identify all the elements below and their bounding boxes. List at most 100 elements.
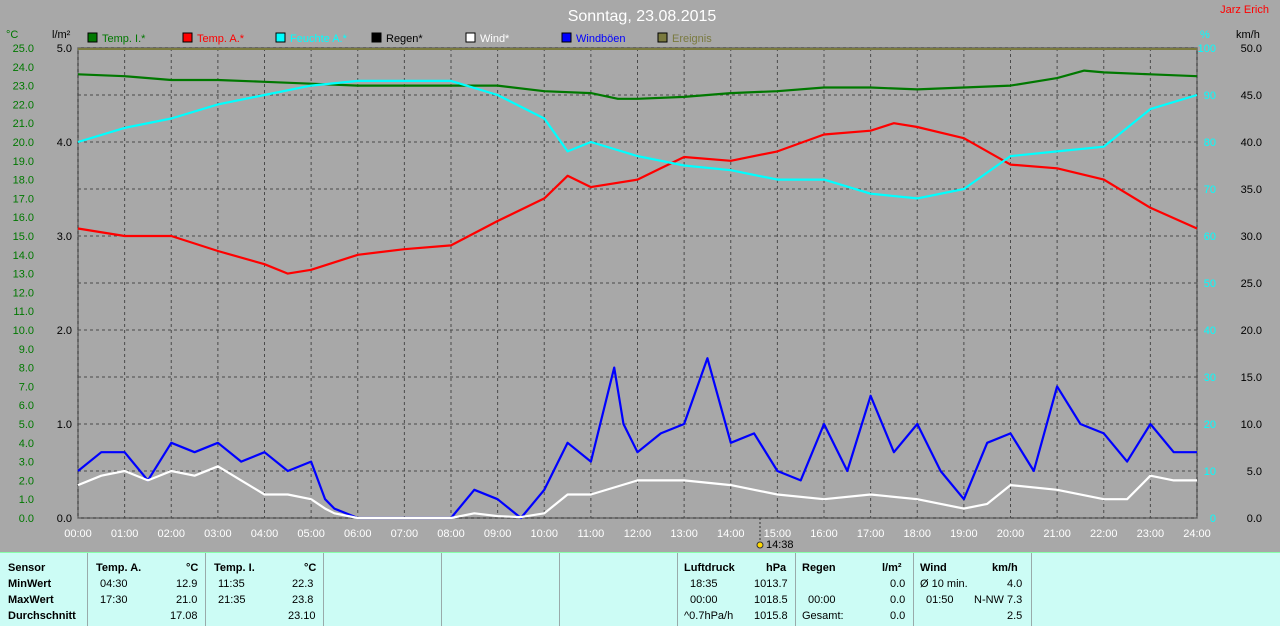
wind-axis-tick: 5.0 [1247, 466, 1262, 478]
temp-axis-tick: 23.0 [13, 81, 34, 93]
pressure-r2-time: 00:00 [690, 594, 718, 606]
temp-axis-tick: 7.0 [19, 381, 34, 393]
wind-r1-label: Ø 10 min. [920, 578, 968, 590]
pressure-r3-label: ^0.7hPa/h [684, 610, 734, 622]
temp-a-max-time: 17:30 [100, 594, 128, 606]
wind-axis-tick: 30.0 [1241, 231, 1262, 243]
empty-column-4 [1032, 553, 1280, 626]
row-min-label: MinWert [8, 578, 52, 590]
temp-axis-tick: 12.0 [13, 287, 34, 299]
temp-a-min-time: 04:30 [100, 578, 128, 590]
legend-swatch [657, 32, 668, 43]
legend-swatch [182, 32, 193, 43]
legend-label: Regen* [386, 33, 423, 45]
legend-label: Temp. I.* [102, 33, 146, 45]
temp-i-avg: 23.10 [288, 610, 316, 622]
pressure-column: Luftdruck hPa 18:35 1013.7 00:00 1018.5 … [678, 553, 796, 626]
rain-column: Regen l/m² 0.0 00:00 0.0 Gesamt: 0.0 [796, 553, 914, 626]
humidity-axis-tick: 0 [1210, 513, 1216, 525]
temp-axis-tick: 16.0 [13, 212, 34, 224]
humidity-axis-label: % [1200, 29, 1210, 41]
temp-axis-tick: 8.0 [19, 363, 34, 375]
x-axis-tick: 21:00 [1043, 528, 1071, 540]
credit-label: Jarz Erich [1220, 4, 1269, 16]
legend-label: Temp. A.* [197, 33, 245, 45]
wind-r1-value: 4.0 [1007, 578, 1023, 590]
legend-label: Wind* [480, 33, 510, 45]
rain-header: Regen [802, 562, 836, 574]
sensor-column: Sensor MinWert MaxWert Durchschnitt [0, 553, 88, 626]
pressure-r1-value: 1013.7 [754, 578, 788, 590]
summary-panel: Sensor MinWert MaxWert Durchschnitt Temp… [0, 552, 1280, 626]
rain-axis-tick: 1.0 [57, 419, 72, 431]
x-axis-tick: 02:00 [157, 528, 185, 540]
wind-r2-time: 01:50 [926, 594, 954, 606]
x-axis-tick: 11:00 [578, 528, 605, 540]
wind-axis-label: km/h [1236, 29, 1260, 41]
temp-axis-tick: 6.0 [19, 400, 34, 412]
temp-axis-tick: 0.0 [19, 513, 34, 525]
x-axis-tick: 03:00 [204, 528, 232, 540]
legend-label: Ereignis [672, 33, 712, 45]
temp-axis-tick: 24.0 [13, 62, 34, 74]
x-axis-tick: 09:00 [484, 528, 512, 540]
temp-i-header: Temp. I. [214, 562, 255, 574]
wind-axis-tick: 45.0 [1241, 90, 1262, 102]
humidity-axis-tick: 10 [1204, 466, 1216, 478]
temp-axis-tick: 14.0 [13, 250, 34, 262]
x-axis-tick: 20:00 [997, 528, 1025, 540]
wind-header: Wind [920, 562, 947, 574]
temp-a-column: Temp. A. °C 04:30 12.9 17:30 21.0 17.08 [88, 553, 206, 626]
temp-a-avg: 17.08 [170, 610, 198, 622]
wind-axis-tick: 50.0 [1241, 43, 1262, 55]
temp-axis-tick: 1.0 [19, 494, 34, 506]
now-marker-label: 14:38 [766, 539, 794, 551]
legend-label: Windböen [576, 33, 626, 45]
pressure-header: Luftdruck [684, 562, 735, 574]
temp-i-min-value: 22.3 [292, 578, 314, 590]
temp-axis-tick: 10.0 [13, 325, 34, 337]
legend-swatch [87, 32, 98, 43]
pressure-r2-value: 1018.5 [754, 594, 788, 606]
rain-axis-tick: 3.0 [57, 231, 72, 243]
humidity-axis-tick: 80 [1204, 137, 1216, 149]
x-axis-tick: 14:00 [717, 528, 745, 540]
humidity-axis-tick: 100 [1198, 43, 1216, 55]
temp-i-max-time: 21:35 [218, 594, 246, 606]
x-axis-tick: 08:00 [437, 528, 465, 540]
pressure-r3-value: 1015.8 [754, 610, 788, 622]
legend-swatch [275, 32, 286, 43]
temp-a-max-value: 21.0 [176, 594, 198, 606]
legend-label: Feuchte A.* [290, 33, 348, 45]
humidity-axis-tick: 90 [1204, 90, 1216, 102]
rain-axis-tick: 4.0 [57, 137, 72, 149]
temp-i-column: Temp. I. °C 11:35 22.3 21:35 23.8 23.10 [206, 553, 324, 626]
rain-r3-value: 0.0 [890, 610, 906, 622]
rain-axis-tick: 0.0 [57, 513, 72, 525]
x-axis-tick: 18:00 [903, 528, 931, 540]
x-axis-tick: 06:00 [344, 528, 372, 540]
wind-axis-tick: 0.0 [1247, 513, 1262, 525]
x-axis-tick: 16:00 [810, 528, 838, 540]
temp-axis-tick: 3.0 [19, 457, 34, 469]
wind-column: Wind km/h Ø 10 min. 4.0 01:50 N-NW 7.3 2… [914, 553, 1032, 626]
humidity-axis-tick: 30 [1204, 372, 1216, 384]
x-axis-tick: 10:00 [530, 528, 558, 540]
rain-r3-label: Gesamt: [802, 610, 844, 622]
wind-axis-tick: 25.0 [1241, 278, 1262, 290]
temp-i-min-time: 11:35 [218, 578, 245, 590]
legend-swatch [465, 32, 476, 43]
x-axis-tick: 05:00 [297, 528, 325, 540]
pressure-unit: hPa [766, 562, 787, 574]
rain-r2-time: 00:00 [808, 594, 836, 606]
temp-axis-tick: 20.0 [13, 137, 34, 149]
temp-axis-tick: 18.0 [13, 175, 34, 187]
x-axis-tick: 17:00 [857, 528, 885, 540]
temp-axis-tick: 22.0 [13, 99, 34, 111]
humidity-axis-tick: 20 [1204, 419, 1216, 431]
temp-i-unit: °C [304, 562, 317, 574]
wind-axis-tick: 15.0 [1241, 372, 1262, 384]
temp-axis-tick: 5.0 [19, 419, 34, 431]
rain-r1-value: 0.0 [890, 578, 906, 590]
x-axis-tick: 07:00 [391, 528, 419, 540]
